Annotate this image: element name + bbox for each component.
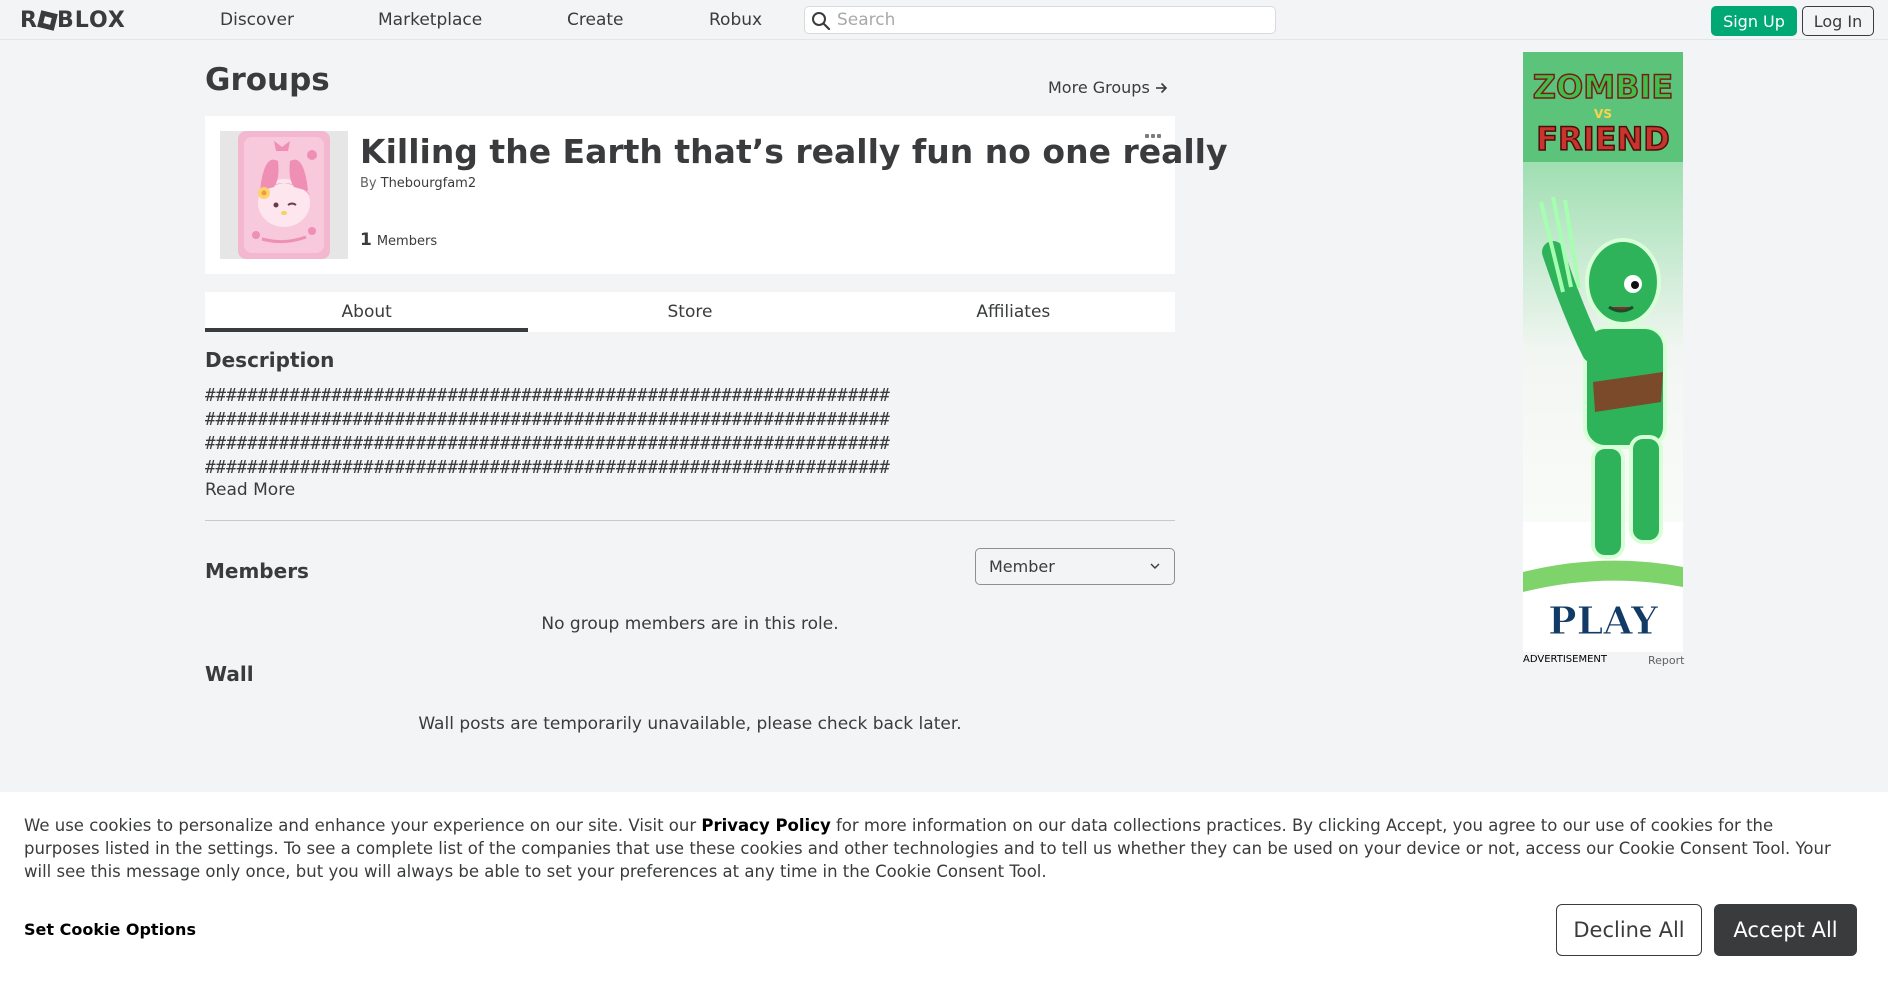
ad-artwork: ZOMBIE VS FRIEND PLAY — [1523, 52, 1683, 652]
read-more-link[interactable]: Read More — [205, 480, 295, 500]
decline-all-button[interactable]: Decline All — [1556, 904, 1702, 956]
member-count: 1 Members — [360, 230, 437, 250]
owner-by-label: By — [360, 176, 377, 191]
arrow-right-icon — [1155, 82, 1167, 93]
log-in-button[interactable]: Log In — [1802, 6, 1874, 36]
sign-up-button[interactable]: Sign Up — [1711, 6, 1797, 36]
wall-heading: Wall — [205, 662, 254, 686]
more-groups-link[interactable]: More Groups — [1048, 78, 1168, 97]
page-title: Groups — [205, 62, 330, 98]
description-line: ########################################… — [205, 458, 890, 478]
tab-store[interactable]: Store — [528, 292, 851, 332]
chevron-down-icon — [1150, 563, 1160, 569]
advertisement-banner[interactable]: ZOMBIE VS FRIEND PLAY — [1523, 52, 1683, 652]
member-count-label: Members — [376, 234, 438, 249]
page-scrollbar[interactable] — [1888, 0, 1904, 986]
section-divider — [205, 520, 1175, 521]
group-emblem-art — [238, 131, 330, 259]
description-text: ########################################… — [205, 384, 1175, 480]
search-box[interactable] — [804, 6, 1276, 34]
description-line: ########################################… — [205, 386, 890, 406]
nav-create[interactable]: Create — [567, 10, 624, 30]
group-name: Killing the Earth that’s really fun no o… — [360, 132, 1228, 171]
role-dropdown[interactable]: Member — [975, 548, 1175, 585]
accept-all-button[interactable]: Accept All — [1714, 904, 1857, 956]
role-dropdown-value: Member — [989, 557, 1055, 576]
advertisement-label: ADVERTISEMENT — [1523, 654, 1608, 665]
ad-title-bottom: FRIEND — [1536, 120, 1670, 158]
group-tabs: About Store Affiliates — [205, 292, 1175, 332]
group-header-card: Killing the Earth that’s really fun no o… — [205, 116, 1228, 274]
more-groups-label: More Groups — [1048, 78, 1150, 97]
logo-o-icon — [37, 9, 58, 31]
report-ad-link[interactable]: Report — [1648, 654, 1684, 667]
cookie-notice-text: We use cookies to personalize and enhanc… — [24, 814, 1854, 883]
group-emblem-image — [220, 131, 348, 259]
roblox-logo[interactable]: R BLOX — [20, 8, 126, 33]
cookie-consent-banner: We use cookies to personalize and enhanc… — [0, 792, 1888, 986]
tab-about[interactable]: About — [205, 292, 529, 332]
description-line: ########################################… — [205, 410, 890, 430]
cookie-text-intro: We use cookies to personalize and enhanc… — [24, 816, 702, 835]
privacy-policy-link[interactable]: Privacy Policy — [701, 816, 830, 835]
search-input[interactable] — [837, 8, 1267, 32]
member-count-value: 1 — [360, 230, 372, 250]
group-owner: By Thebourgfam2 — [360, 176, 476, 191]
ad-title-top: ZOMBIE — [1533, 68, 1673, 106]
no-members-message: No group members are in this role. — [541, 614, 839, 634]
nav-discover[interactable]: Discover — [220, 10, 294, 30]
more-options-icon[interactable] — [1145, 134, 1161, 138]
top-navigation: R BLOX Discover Marketplace Create Robux … — [0, 0, 1888, 40]
ad-cta: PLAY — [1548, 598, 1659, 643]
search-icon[interactable] — [811, 11, 831, 31]
owner-link[interactable]: Thebourgfam2 — [381, 176, 476, 191]
nav-robux[interactable]: Robux — [709, 10, 762, 30]
members-heading: Members — [205, 559, 309, 583]
description-line: ########################################… — [205, 434, 890, 454]
ad-title-vs: VS — [1594, 107, 1612, 121]
nav-marketplace[interactable]: Marketplace — [378, 10, 482, 30]
set-cookie-options-link[interactable]: Set Cookie Options — [24, 920, 196, 939]
description-heading: Description — [205, 348, 335, 372]
tab-affiliates[interactable]: Affiliates — [852, 292, 1175, 332]
wall-unavailable-message: Wall posts are temporarily unavailable, … — [418, 714, 962, 734]
